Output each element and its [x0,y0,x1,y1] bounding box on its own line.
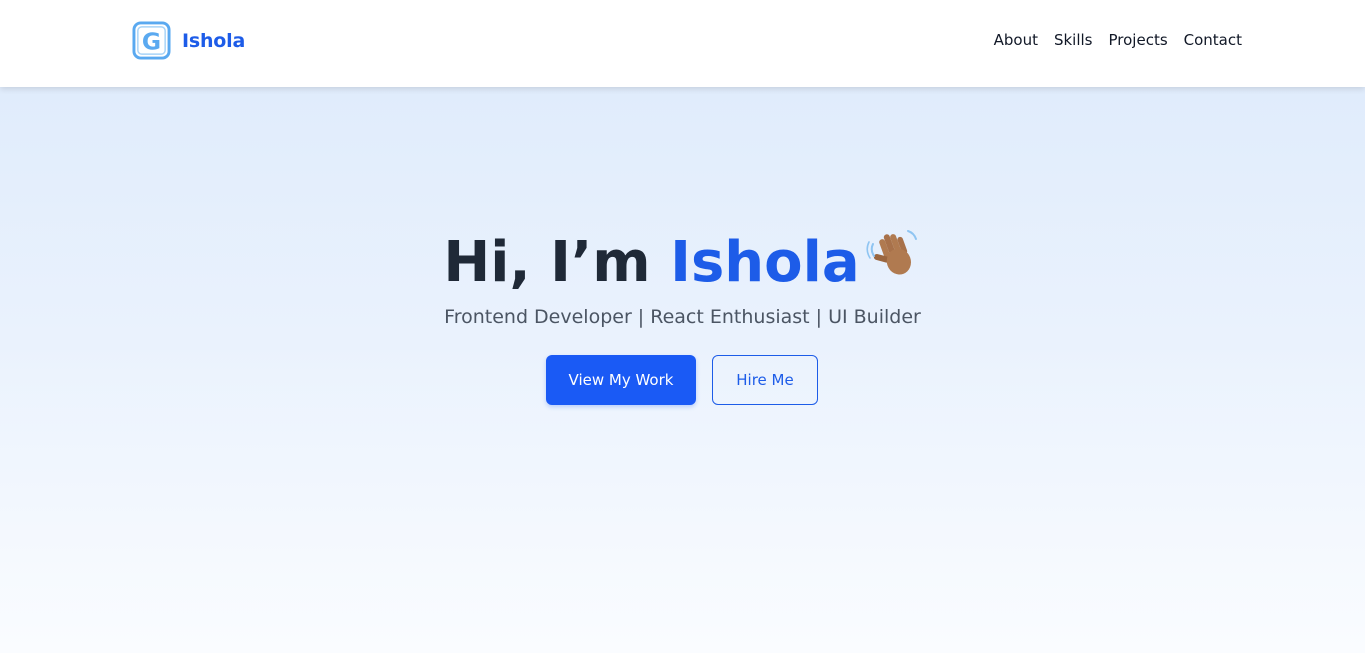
navbar: G Ishola About Skills Projects Contact [0,0,1365,87]
logo-letter: G [142,27,161,55]
hero-button-row: View My Work Hire Me [546,355,818,405]
logo-g-icon: G [132,21,171,60]
hero-greeting: Hi, I’m [443,230,651,295]
nav-link-about[interactable]: About [994,31,1038,49]
brand-link[interactable]: G Ishola [132,21,245,60]
view-my-work-button[interactable]: View My Work [546,355,696,405]
nav-link-contact[interactable]: Contact [1184,31,1242,49]
hero-section: Hi, I’m Ishola Frontend Developer | Reac… [0,87,1365,653]
brand-name: Ishola [182,29,246,52]
nav-link-skills[interactable]: Skills [1054,31,1093,49]
hero-name: Ishola [670,230,860,295]
waving-hand-icon [866,230,917,275]
nav-link-projects[interactable]: Projects [1109,31,1168,49]
nav-links: About Skills Projects Contact [994,31,1242,49]
hero-title: Hi, I’m Ishola [0,227,1365,298]
hire-me-button[interactable]: Hire Me [712,355,818,405]
hero-subtitle: Frontend Developer | React Enthusiast | … [444,306,921,328]
